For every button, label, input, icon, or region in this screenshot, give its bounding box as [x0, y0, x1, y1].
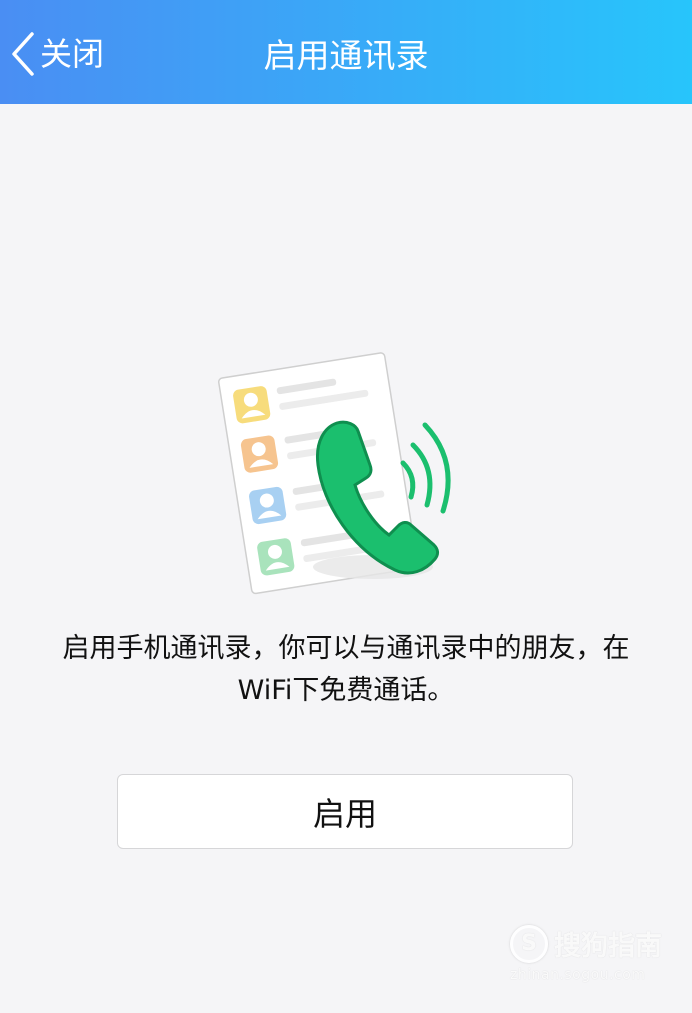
- contacts-phone-illustration: [218, 352, 451, 595]
- watermark-brand: 搜狗指南: [554, 931, 662, 962]
- description-text: 启用手机通讯录，你可以与通讯录中的朋友，在 WiFi下免费通话。: [30, 628, 662, 712]
- page-title: 启用通讯录: [263, 36, 429, 75]
- top-navigation-bar: 关闭 启用通讯录: [0, 0, 692, 104]
- enable-button[interactable]: 启用: [117, 774, 573, 849]
- watermark: S 搜狗指南 zhinan.sogou.com: [510, 924, 670, 994]
- description-line-1: 启用手机通讯录，你可以与通讯录中的朋友，在: [62, 633, 630, 664]
- sogou-logo-icon: S: [510, 924, 548, 963]
- description-line-2: WiFi下免费通话。: [237, 675, 455, 706]
- watermark-url: zhinan.sogou.com: [510, 967, 646, 983]
